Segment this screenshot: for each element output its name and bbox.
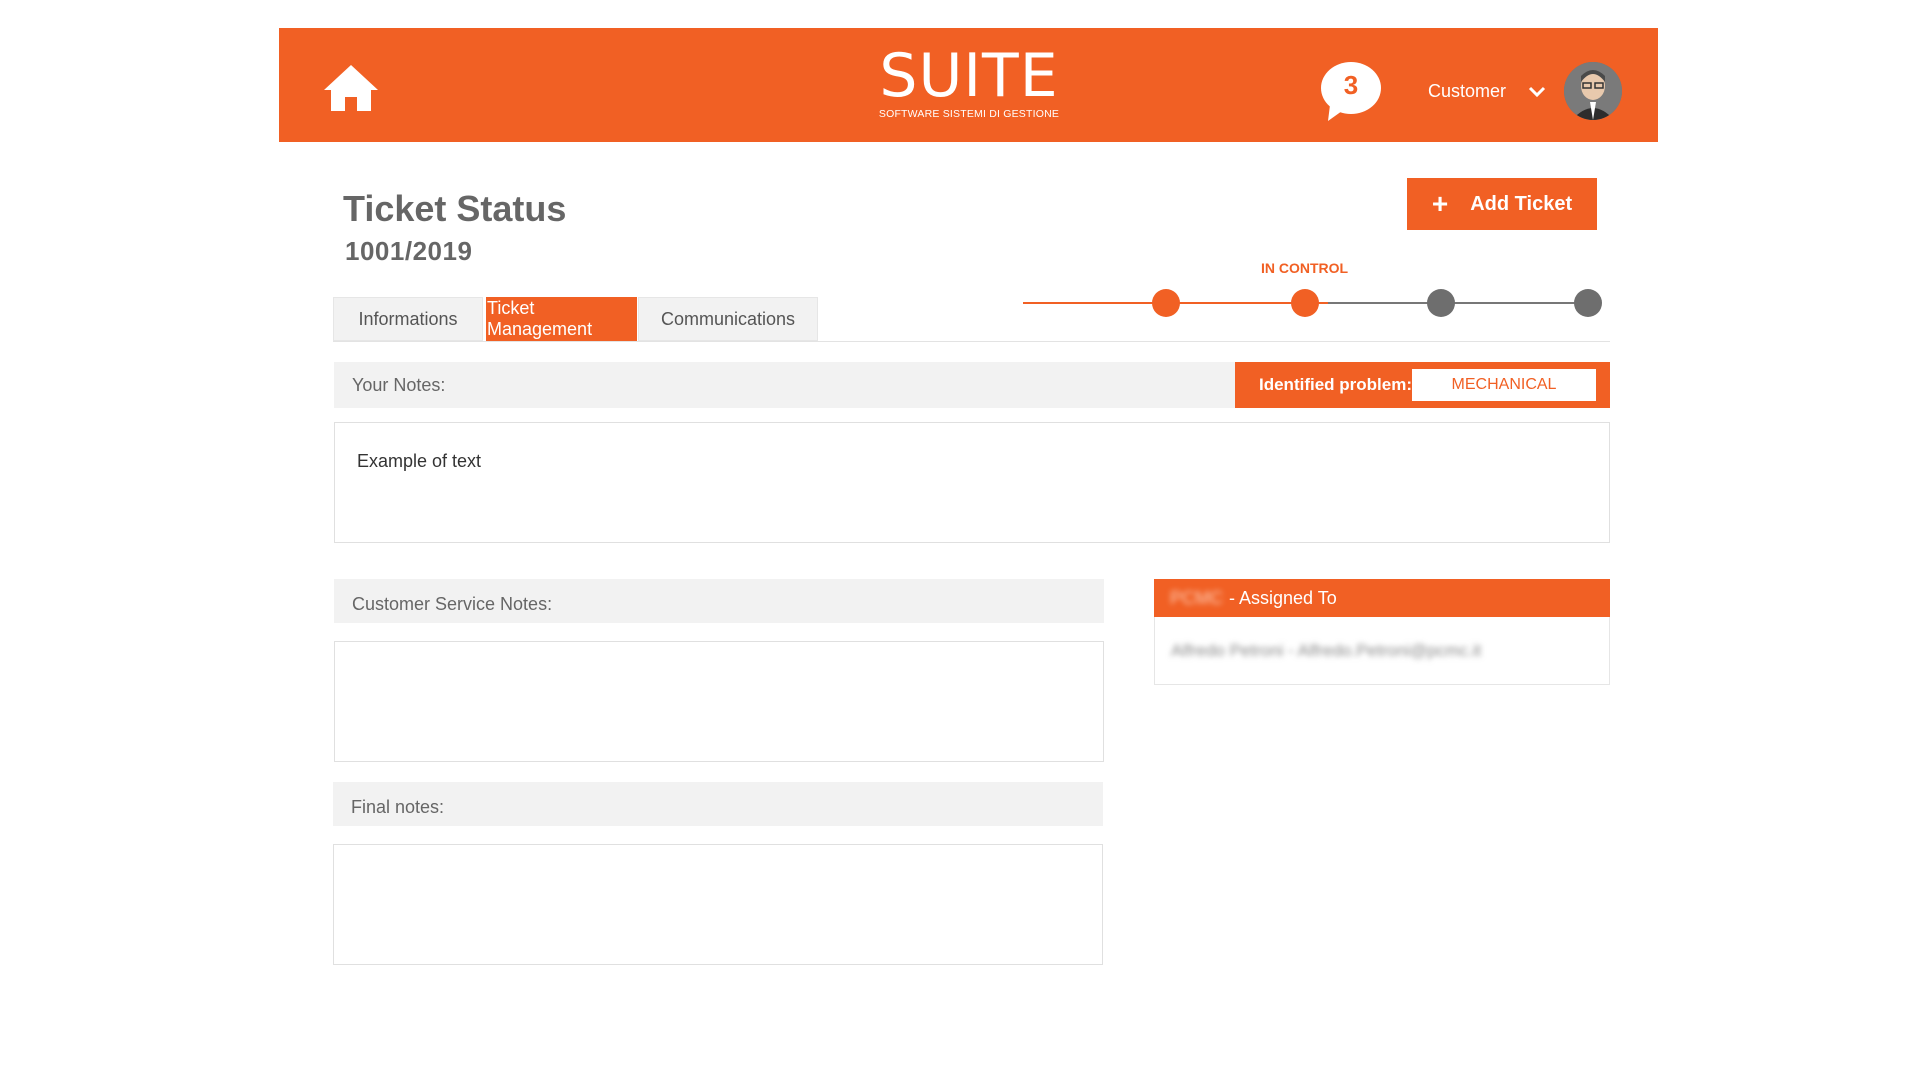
chevron-down-icon — [1528, 86, 1546, 98]
assigned-to-panel: Alfredo Petroni - Alfredo.Petroni@pcmc.i… — [1154, 617, 1610, 685]
stepper-step-1 — [1152, 289, 1180, 317]
assigned-person: Alfredo Petroni - Alfredo.Petroni@pcmc.i… — [1171, 640, 1482, 660]
stepper-step-3 — [1427, 289, 1455, 317]
final-notes-textarea[interactable] — [333, 844, 1103, 965]
plus-icon: + — [1431, 188, 1449, 219]
final-notes-header: Final notes: — [333, 782, 1103, 826]
assigned-company: PCMC — [1170, 587, 1223, 608]
add-ticket-button[interactable]: + Add Ticket — [1407, 178, 1597, 230]
tab-bar: Informations Ticket Management Communica… — [333, 297, 818, 341]
customer-service-notes-label: Customer Service Notes: — [352, 593, 553, 614]
user-menu-dropdown[interactable]: Customer — [1428, 77, 1546, 105]
page-title: Ticket Status — [343, 188, 567, 229]
notification-count: 3 — [1343, 70, 1359, 100]
notifications-button[interactable]: 3 — [1320, 61, 1386, 121]
logo-wordmark: SUITE — [879, 41, 1059, 111]
tab-ticket-management[interactable]: Ticket Management — [486, 297, 637, 341]
stepper-current-label: IN CONTROL — [1261, 260, 1349, 276]
assigned-to-header: PCMC - Assigned To — [1154, 579, 1610, 617]
tab-divider — [333, 341, 1610, 342]
suite-logo: SUITE SOFTWARE SISTEMI DI GESTIONE — [874, 46, 1064, 120]
identified-problem-select[interactable]: MECHANICAL — [1412, 369, 1596, 401]
identified-problem-panel: Identified problem: MECHANICAL — [1235, 362, 1610, 408]
your-notes-header: Your Notes: — [334, 362, 1235, 408]
app-header: SUITE SOFTWARE SISTEMI DI GESTIONE 3 Cus… — [279, 28, 1658, 142]
final-notes-label: Final notes: — [351, 796, 445, 817]
logo-tagline: SOFTWARE SISTEMI DI GESTIONE — [878, 108, 1060, 120]
home-icon[interactable] — [322, 63, 380, 113]
add-ticket-label: Add Ticket — [1470, 192, 1573, 215]
customer-service-notes-textarea[interactable] — [334, 641, 1104, 762]
your-notes-textarea[interactable]: Example of text — [334, 422, 1610, 543]
customer-service-notes-header: Customer Service Notes: — [334, 579, 1104, 623]
stepper-step-4 — [1574, 289, 1602, 317]
identified-problem-label: Identified problem: — [1259, 375, 1412, 394]
ticket-id: 1001/2019 — [345, 236, 473, 266]
avatar[interactable] — [1564, 62, 1622, 120]
tab-informations[interactable]: Informations — [333, 297, 483, 341]
your-notes-label: Your Notes: — [352, 374, 446, 395]
status-stepper — [1023, 289, 1602, 317]
user-role-label: Customer — [1428, 80, 1507, 101]
tab-communications[interactable]: Communications — [638, 297, 818, 341]
assigned-to-label: - Assigned To — [1229, 587, 1337, 608]
stepper-step-2 — [1291, 289, 1319, 317]
